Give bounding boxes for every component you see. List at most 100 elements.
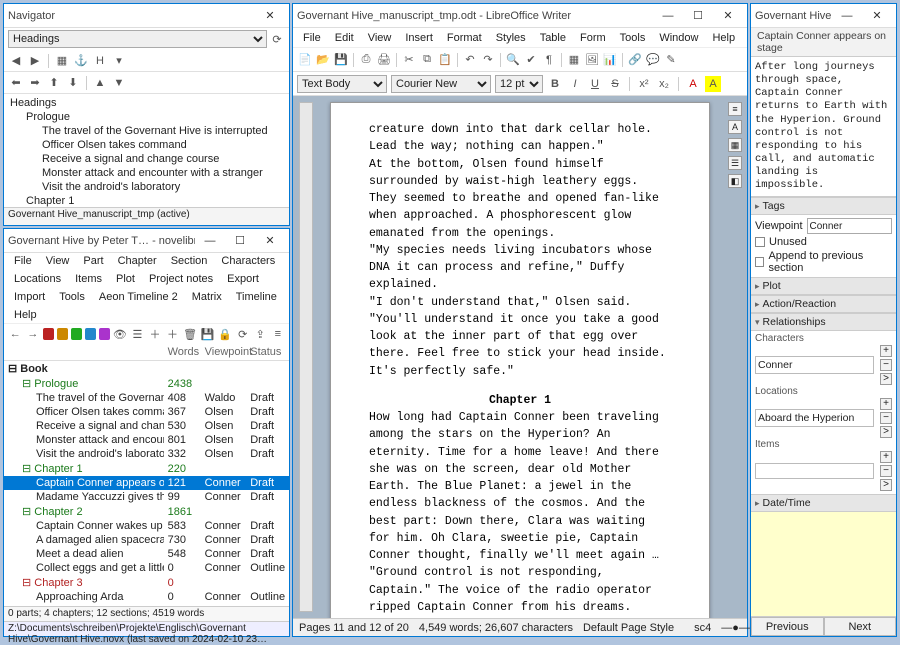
props-icon[interactable]: ≡	[271, 326, 286, 342]
pilcrow-icon[interactable]: ¶	[541, 52, 557, 68]
char-goto-icon[interactable]: >	[880, 373, 892, 385]
table-row[interactable]: Meet a dead alien548ConnerDraft	[4, 547, 289, 561]
sidebar-gallery-icon[interactable]: ▦	[728, 138, 742, 152]
para-style-select[interactable]: Text Body	[297, 75, 387, 93]
column-header[interactable]: Words	[164, 344, 201, 361]
spellcheck-icon[interactable]: ✔	[523, 52, 539, 68]
new-icon[interactable]: 📄	[297, 52, 313, 68]
filter-icon[interactable]: ☰	[130, 326, 145, 342]
char-add-icon[interactable]: +	[880, 345, 892, 357]
find-icon[interactable]: 🔍	[505, 52, 521, 68]
close-icon[interactable]: ✕	[255, 5, 285, 27]
status-style[interactable]: Default Page Style	[583, 622, 674, 634]
nav-tree-item[interactable]: Headings	[6, 96, 287, 110]
nav-tree-item[interactable]: Visit the android's laboratory	[6, 180, 287, 194]
props-notes[interactable]	[751, 512, 896, 616]
writer-menubar[interactable]: FileEditViewInsertFormatStylesTableFormT…	[293, 28, 747, 48]
level-down-icon[interactable]: ▼	[111, 75, 127, 91]
comment-icon[interactable]: 💬	[645, 52, 661, 68]
undo-icon[interactable]: ↶	[462, 52, 478, 68]
menu-item[interactable]: Styles	[490, 30, 532, 46]
export-pdf-icon[interactable]: ⎙	[358, 52, 374, 68]
props-titlebar[interactable]: Governant Hive by Pet… —✕	[751, 4, 896, 28]
promote-icon[interactable]: ⬅	[8, 75, 24, 91]
image-icon[interactable]: 🖼	[584, 52, 600, 68]
writer-document-area[interactable]: ≡ A ▦ ☰ ◧ creature down into that dark c…	[293, 96, 747, 618]
chart-icon[interactable]: 📊	[602, 52, 618, 68]
nav-prev-icon[interactable]: ◀	[8, 53, 24, 69]
menu-item[interactable]: Insert	[399, 30, 439, 46]
strike-icon[interactable]: S	[607, 76, 623, 92]
menu-item[interactable]: File	[8, 253, 38, 269]
table-row[interactable]: Receive a signal and change course530Ols…	[4, 419, 289, 433]
nav-next-icon[interactable]: ▶	[27, 53, 43, 69]
table-row[interactable]: ⊟ Chapter 30	[4, 575, 289, 590]
highlight-icon[interactable]: A	[705, 76, 721, 92]
menu-item[interactable]: Help	[8, 307, 43, 323]
menu-item[interactable]: Matrix	[186, 289, 228, 305]
item-goto-icon[interactable]: >	[880, 479, 892, 491]
menu-item[interactable]: Project notes	[143, 271, 219, 287]
table-row[interactable]: Visit the android's laboratory332OlsenDr…	[4, 447, 289, 461]
open-icon[interactable]: 📂	[315, 52, 331, 68]
unused-checkbox[interactable]	[755, 237, 765, 247]
next-button[interactable]: Next	[824, 617, 897, 636]
navigator-tree[interactable]: HeadingsPrologueThe travel of the Govern…	[4, 94, 289, 207]
anchor-icon[interactable]: ⚓	[73, 53, 89, 69]
maximize-icon[interactable]: ☐	[225, 230, 255, 252]
sub-icon[interactable]: x₂	[656, 76, 672, 92]
table-row[interactable]: ⊟ Book	[4, 361, 289, 377]
status-dot-red[interactable]	[43, 328, 54, 340]
table-row[interactable]: Madame Yaccuzzi gives the mission99Conne…	[4, 490, 289, 504]
menu-item[interactable]: Part	[77, 253, 109, 269]
novelibre-titlebar[interactable]: Governant Hive by Peter T… - novelibre 1…	[4, 229, 289, 253]
menu-item[interactable]: Import	[8, 289, 51, 305]
viewpoint-field[interactable]	[807, 218, 893, 234]
sidebar-styles-icon[interactable]: A	[728, 120, 742, 134]
export-icon[interactable]: ⇪	[253, 326, 268, 342]
novelibre-menubar[interactable]: FileViewPartChapterSectionCharactersLoca…	[4, 253, 289, 324]
refresh-icon[interactable]: ⟳	[235, 326, 250, 342]
italic-icon[interactable]: I	[567, 76, 583, 92]
sidebar-page-icon[interactable]: ◧	[728, 174, 742, 188]
draw-icon[interactable]: ✎	[663, 52, 679, 68]
document-page[interactable]: creature down into that dark cellar hole…	[330, 102, 710, 618]
delete-icon[interactable]: 🗑	[183, 326, 198, 342]
props-plot-header[interactable]: Plot	[751, 277, 896, 295]
print-icon[interactable]: 🖨	[376, 52, 392, 68]
font-select[interactable]: Courier New	[391, 75, 491, 93]
menu-item[interactable]: Locations	[8, 271, 67, 287]
append-checkbox[interactable]	[755, 257, 764, 267]
column-header[interactable]: Viewpoint	[201, 344, 247, 361]
column-header[interactable]: Status	[246, 344, 289, 361]
sidebar-properties-icon[interactable]: ≡	[728, 102, 742, 116]
status-pages[interactable]: Pages 11 and 12 of 20	[299, 622, 409, 634]
loc-remove-icon[interactable]: −	[880, 412, 892, 424]
font-size-select[interactable]: 12 pt	[495, 75, 543, 93]
navigator-titlebar[interactable]: Navigator ✕	[4, 4, 289, 28]
table-row[interactable]: ⊟ Chapter 21861	[4, 504, 289, 519]
items-list[interactable]	[755, 463, 874, 479]
menu-item[interactable]: Items	[69, 271, 108, 287]
save-icon[interactable]: 💾	[333, 52, 349, 68]
menu-item[interactable]: Section	[165, 253, 214, 269]
menu-item[interactable]: Format	[441, 30, 488, 46]
locations-list[interactable]: Aboard the Hyperion	[755, 409, 874, 427]
props-datetime-header[interactable]: Date/Time	[751, 494, 896, 512]
sub-add-icon[interactable]: ＋	[165, 326, 180, 342]
characters-list[interactable]: Conner	[755, 356, 874, 374]
prev-button[interactable]: Previous	[751, 617, 824, 636]
link-icon[interactable]: 🔗	[627, 52, 643, 68]
level-up-icon[interactable]: ▲	[92, 75, 108, 91]
table-row[interactable]: Captain Conner appears on stage121Conner…	[4, 476, 289, 490]
super-icon[interactable]: x²	[636, 76, 652, 92]
loc-add-icon[interactable]: +	[880, 398, 892, 410]
font-color-icon[interactable]: A	[685, 76, 701, 92]
menu-item[interactable]: View	[362, 30, 398, 46]
ruler-vertical[interactable]	[299, 102, 313, 612]
status-dot-purple[interactable]	[99, 328, 110, 340]
bold-icon[interactable]: B	[547, 76, 563, 92]
writer-titlebar[interactable]: Governant Hive_manuscript_tmp.odt - Libr…	[293, 4, 747, 28]
status-lang[interactable]: sc4	[694, 622, 711, 634]
move-up-icon[interactable]: ⬆	[46, 75, 62, 91]
